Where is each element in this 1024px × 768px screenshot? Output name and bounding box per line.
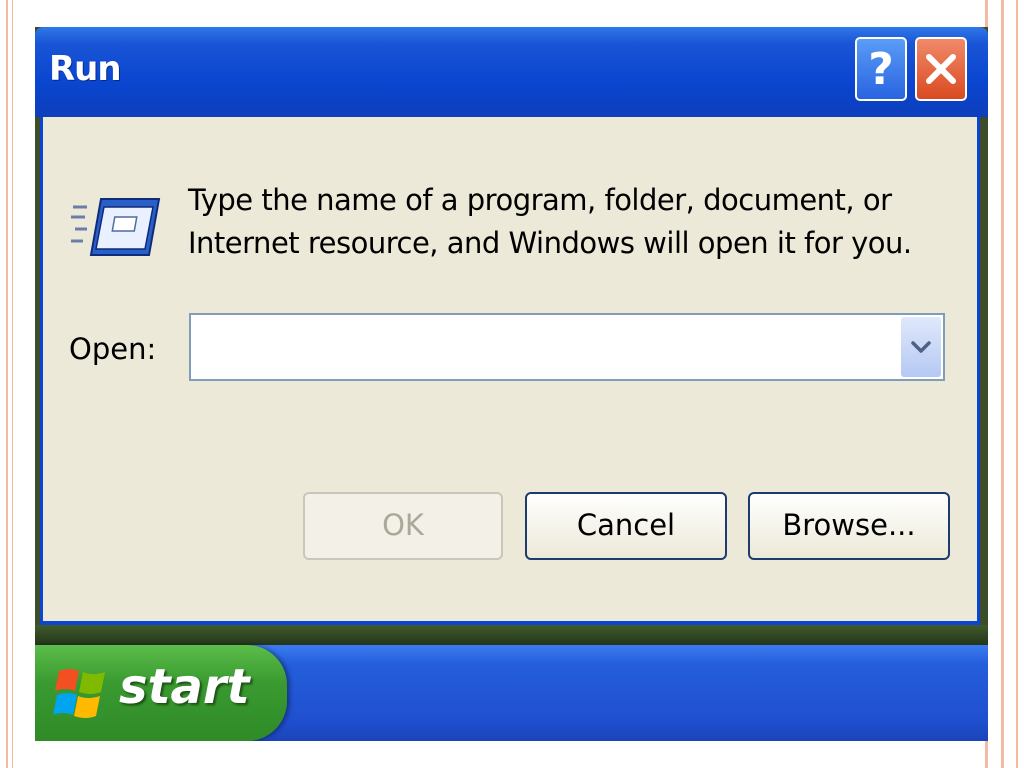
help-icon: ? [868,43,894,95]
window-title: Run [49,49,122,89]
ok-button[interactable]: OK [303,492,503,560]
windows-flag-icon [53,669,105,718]
slide-border-left-inner [12,0,13,768]
run-description: Type the name of a program, folder, docu… [188,179,948,265]
run-program-icon [71,198,161,256]
start-button[interactable]: start [35,645,287,741]
description-line-2: Internet resource, and Windows will open… [188,226,912,260]
chevron-down-icon [911,341,931,353]
open-label: Open: [69,332,157,366]
description-line-1: Type the name of a program, folder, docu… [188,183,892,217]
desktop-wallpaper-strip [35,625,988,647]
run-dialog-body: Type the name of a program, folder, docu… [40,117,980,625]
slide-border-left [6,0,8,768]
close-button[interactable] [915,37,967,101]
cancel-button[interactable]: Cancel [525,492,727,560]
close-icon [926,54,956,84]
open-dropdown-button[interactable] [901,317,941,377]
slide-border-right-3 [1016,0,1018,768]
slide-border-right-2 [1001,0,1004,768]
open-combobox[interactable] [189,313,945,381]
browse-button[interactable]: Browse... [748,492,950,560]
screenshot: Run ? Type the name of a program, folder… [35,27,988,741]
help-button[interactable]: ? [855,37,907,101]
run-dialog-titlebar[interactable]: Run ? [35,27,988,117]
start-label: start [119,659,250,715]
